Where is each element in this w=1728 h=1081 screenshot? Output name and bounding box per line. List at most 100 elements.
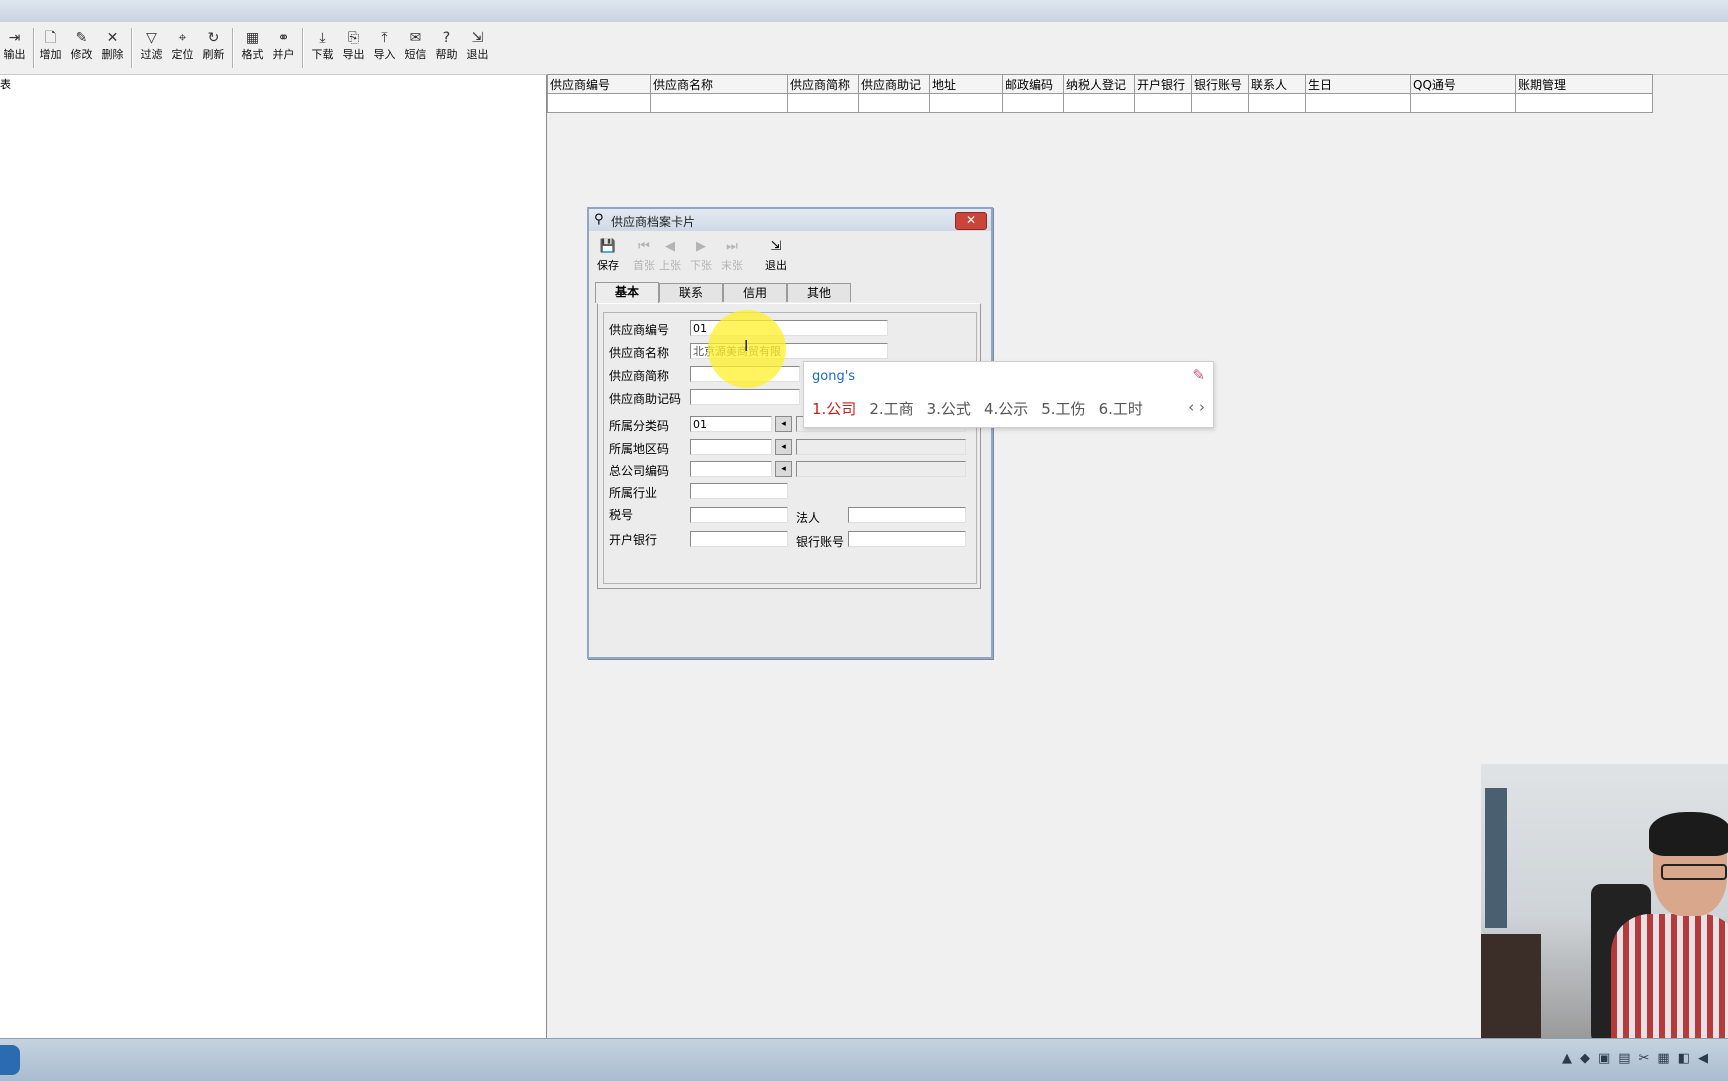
ime-candidate[interactable]: 1.公司 — [812, 398, 856, 419]
ime-candidate[interactable]: 6.工时 — [1099, 398, 1143, 419]
grid-column-header[interactable]: 供应商名称 — [650, 74, 788, 94]
tab-other[interactable]: 其他 — [787, 283, 851, 302]
supplier-mnemonic-field[interactable] — [690, 389, 800, 405]
grid-cell[interactable] — [1002, 93, 1064, 113]
toolbar-button-9[interactable]: ⤓ 下载 — [308, 28, 337, 68]
supplier-grid[interactable]: 供应商编号 供应商名称 供应商简称 供应商助记 地址 邮政编码 纳税人登记 开户银行 银行账号联… — [547, 74, 1653, 113]
toolbar-button-14[interactable]: ⇲ 退出 — [463, 28, 492, 68]
grid-column-header[interactable]: 开户银行 — [1134, 74, 1192, 94]
toolbar-button-label: 刷新 — [202, 48, 225, 61]
toolbar-button-12[interactable]: ✉ 短信 — [401, 28, 430, 68]
supplier-card-dialog: ⚲ 供应商档案卡片 ✕ 💾 保存 ⏮ 首张 ◀ 上张 ▶ 下张 ⏭ 末张 ⇲ 退出 基本 联系 信用 … — [587, 207, 993, 659]
legal-person-field[interactable] — [848, 507, 966, 523]
grid-cell[interactable] — [1063, 93, 1135, 113]
grid-column-header[interactable]: 账期管理 — [1515, 74, 1653, 94]
grid-cell[interactable] — [1134, 93, 1192, 113]
grid-cell[interactable] — [1248, 93, 1306, 113]
grid-column-header[interactable]: 地址 — [929, 74, 1003, 94]
toolbar-button-label: 导入 — [373, 48, 396, 61]
grid-cell[interactable] — [1305, 93, 1411, 113]
tab-basic[interactable]: 基本 — [595, 282, 659, 303]
dialog-toolbar-button-5[interactable]: ⇲ 退出 — [761, 237, 791, 277]
grid-cell[interactable] — [929, 93, 1003, 113]
toolbar-button-13[interactable]: ? 帮助 — [432, 28, 461, 68]
region-lookup-button[interactable]: ◂ — [775, 439, 792, 455]
tab-credit[interactable]: 信用 — [723, 283, 787, 302]
ime-logo-icon: ✎ — [1192, 366, 1205, 384]
toolbar-button-3[interactable]: ✕ 删除 — [98, 28, 127, 68]
toolbar-button-11[interactable]: ⤒ 导入 — [370, 28, 399, 68]
dialog-toolbar-button-2[interactable]: ◀ 上张 — [655, 237, 685, 277]
tree-root-label[interactable]: 表 — [0, 77, 11, 92]
grid-column-header[interactable]: 供应商助记 — [858, 74, 930, 94]
category-code-field[interactable]: 01 — [690, 416, 772, 432]
toolbar-button-label: 增加 — [39, 48, 62, 61]
grid-column-header[interactable]: 邮政编码 — [1002, 74, 1064, 94]
basic-tab-panel: 供应商编号 01 供应商名称 北京源美商贸有限 供应商简称 供应商助记码 所属分… — [597, 303, 981, 589]
grid-cell[interactable] — [1515, 93, 1653, 113]
bank-account-field[interactable] — [848, 531, 966, 547]
supplier-short-label: 供应商简称 — [609, 369, 670, 383]
toolbar-button-label: 帮助 — [435, 48, 458, 61]
grid-cell[interactable] — [858, 93, 930, 113]
tab-contact[interactable]: 联系 — [659, 283, 723, 302]
grid-column-header[interactable]: 银行账号 — [1191, 74, 1249, 94]
toolbar-button-10[interactable]: ⎘ 导出 — [339, 28, 368, 68]
dialog-toolbar-button-4[interactable]: ⏭ 末张 — [717, 237, 747, 277]
toolbar-button-4[interactable]: ▽ 过滤 — [137, 28, 166, 68]
grid-cell[interactable] — [1410, 93, 1516, 113]
industry-field[interactable] — [690, 483, 788, 499]
start-button[interactable] — [0, 1045, 20, 1075]
toolbar-button-6[interactable]: ↻ 刷新 — [199, 28, 228, 68]
toolbar-button-label: 输出 — [3, 48, 26, 61]
dialog-toolbar-label: 退出 — [765, 259, 787, 272]
edit-icon: ✎ — [75, 30, 88, 46]
supplier-code-label: 供应商编号 — [609, 323, 670, 337]
toolbar-button-2[interactable]: ✎ 修改 — [67, 28, 96, 68]
grid-column-header[interactable]: 生日 — [1305, 74, 1411, 94]
head-office-lookup-button[interactable]: ◂ — [775, 461, 792, 477]
system-tray[interactable]: ▲◆▣▤✂▦◧◀ — [1562, 1051, 1716, 1066]
toolbar-button-1[interactable]: 🗋 增加 — [36, 28, 65, 68]
supplier-mnemonic-label: 供应商助记码 — [609, 392, 682, 406]
dialog-toolbar-button-3[interactable]: ▶ 下张 — [686, 237, 716, 277]
table-row[interactable] — [547, 93, 1653, 113]
toolbar-button-5[interactable]: ⌖ 定位 — [168, 28, 197, 68]
toolbar-button-8[interactable]: ⚭ 并户 — [269, 28, 298, 68]
add-icon: 🗋 — [44, 30, 57, 46]
head-office-name-field — [796, 461, 966, 477]
ime-candidate[interactable]: 5.工伤 — [1041, 398, 1085, 419]
ime-page-nav[interactable]: ‹ › — [1188, 398, 1205, 416]
close-button[interactable]: ✕ — [955, 212, 987, 230]
dialog-title-bar[interactable]: ⚲ 供应商档案卡片 ✕ — [589, 209, 991, 231]
tax-no-field[interactable] — [690, 507, 788, 523]
bank-field[interactable] — [690, 531, 788, 547]
grid-cell[interactable] — [650, 93, 788, 113]
category-lookup-button[interactable]: ◂ — [775, 416, 792, 432]
ime-candidate[interactable]: 4.公示 — [984, 398, 1028, 419]
ime-candidate[interactable]: 2.工商 — [869, 398, 913, 419]
toolbar-separator — [131, 28, 133, 68]
dialog-toolbar-button-0[interactable]: 💾 保存 — [593, 237, 623, 277]
dialog-title: 供应商档案卡片 — [611, 215, 696, 229]
grid-cell[interactable] — [1191, 93, 1249, 113]
region-code-field[interactable] — [690, 439, 772, 455]
save-icon: 💾 — [599, 239, 617, 254]
grid-column-header[interactable]: 供应商简称 — [787, 74, 859, 94]
grid-cell[interactable] — [787, 93, 859, 113]
grid-column-header[interactable]: QQ通号 — [1410, 74, 1516, 94]
category-tree-panel[interactable]: 表 — [0, 75, 547, 1038]
grid-column-header[interactable]: 纳税人登记 — [1063, 74, 1135, 94]
exit-icon: ⇲ — [770, 239, 782, 254]
toolbar-button-label: 过滤 — [140, 48, 163, 61]
toolbar-button-7[interactable]: ▦ 格式 — [238, 28, 267, 68]
grid-column-header[interactable]: 供应商编号 — [547, 74, 651, 94]
toolbar-button-0[interactable]: ⇥ 输出 — [0, 28, 29, 68]
grid-column-header[interactable]: 联系人 — [1248, 74, 1306, 94]
toolbar-button-label: 删除 — [101, 48, 124, 61]
ime-composition-text: gong's — [812, 369, 856, 384]
grid-cell[interactable] — [547, 93, 651, 113]
head-office-code-field[interactable] — [690, 461, 772, 477]
toolbar-button-label: 格式 — [241, 48, 264, 61]
ime-candidate[interactable]: 3.公式 — [927, 398, 971, 419]
